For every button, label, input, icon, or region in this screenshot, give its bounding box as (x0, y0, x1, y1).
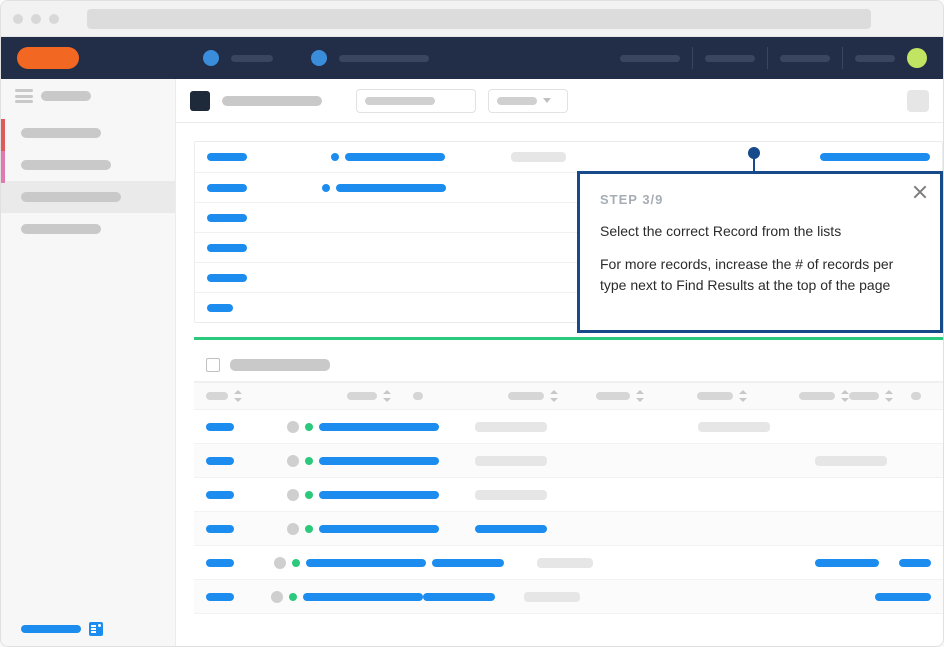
sidebar-title (41, 91, 91, 101)
sort-icon[interactable] (234, 390, 242, 402)
tour-text-line: For more records, increase the # of reco… (600, 254, 920, 296)
top-nav (1, 37, 943, 79)
sidebar-item[interactable] (1, 213, 175, 245)
chevron-down-icon (543, 98, 551, 103)
col-header[interactable] (911, 392, 921, 400)
header-action-button[interactable] (907, 90, 929, 112)
nav-item[interactable] (620, 55, 680, 62)
filter-field[interactable] (356, 89, 476, 113)
col-header[interactable] (697, 392, 733, 400)
window-dot (13, 14, 23, 24)
sidebar-item[interactable] (1, 117, 175, 149)
status-dot-icon (287, 421, 299, 433)
tour-body: Select the correct Record from the lists… (600, 221, 920, 296)
col-header[interactable] (596, 392, 630, 400)
cell-link[interactable] (345, 153, 445, 161)
record-type-icon (190, 91, 210, 111)
app-body: STEP 3/9 Select the correct Record from … (1, 79, 943, 646)
sidebar-item[interactable] (1, 181, 175, 213)
col-header[interactable] (413, 392, 423, 400)
table-row[interactable] (194, 546, 943, 580)
table-row[interactable] (194, 580, 943, 614)
col-header[interactable] (508, 392, 544, 400)
select-all-checkbox[interactable] (206, 358, 220, 372)
nav-divider (842, 47, 843, 69)
sidebar-footer-label (21, 625, 81, 633)
table-title-row (194, 348, 943, 382)
tour-pointer (753, 153, 755, 173)
tour-text-line: Select the correct Record from the lists (600, 221, 920, 242)
col-header[interactable] (347, 392, 377, 400)
table-row[interactable] (194, 444, 943, 478)
url-bar[interactable] (87, 9, 871, 29)
bullet-icon (331, 153, 339, 161)
window-dot (49, 14, 59, 24)
sidebar-header (1, 79, 175, 117)
sidebar-item[interactable] (1, 149, 175, 181)
sort-icon[interactable] (841, 390, 849, 402)
table-row[interactable] (194, 512, 943, 546)
sidebar-accent (1, 151, 5, 183)
content: STEP 3/9 Select the correct Record from … (176, 123, 943, 614)
sidebar-accent (1, 119, 5, 151)
sort-icon[interactable] (636, 390, 644, 402)
nav-divider (692, 47, 693, 69)
window-dot (31, 14, 41, 24)
main-area: STEP 3/9 Select the correct Record from … (176, 79, 943, 646)
sort-icon[interactable] (739, 390, 747, 402)
page-title (222, 96, 322, 106)
nav-item[interactable] (855, 55, 895, 62)
sort-icon[interactable] (550, 390, 558, 402)
col-header[interactable] (849, 392, 879, 400)
col-header[interactable] (799, 392, 835, 400)
panel-header-row (195, 142, 942, 172)
nav-dot-icon[interactable] (203, 50, 219, 66)
table-column-headers (194, 382, 943, 410)
tour-popover: STEP 3/9 Select the correct Record from … (577, 171, 943, 333)
nav-item[interactable] (705, 55, 755, 62)
browser-chrome (1, 1, 943, 37)
table-row[interactable] (194, 410, 943, 444)
nav-dot-icon[interactable] (311, 50, 327, 66)
brand-logo[interactable] (17, 47, 79, 69)
cell-pill (511, 152, 566, 162)
user-avatar[interactable] (907, 48, 927, 68)
nav-item[interactable] (231, 55, 273, 62)
table-title (230, 359, 330, 371)
id-card-icon (89, 622, 103, 636)
nav-divider (767, 47, 768, 69)
records-table (194, 348, 943, 614)
sidebar-footer[interactable] (21, 622, 103, 636)
menu-icon[interactable] (15, 89, 33, 103)
nav-item[interactable] (339, 55, 429, 62)
active-dot-icon (305, 423, 313, 431)
tour-step-label: STEP 3/9 (600, 192, 920, 207)
sort-icon[interactable] (383, 390, 391, 402)
section-divider (194, 337, 943, 340)
page-header (176, 79, 943, 123)
close-icon[interactable] (912, 184, 928, 200)
sidebar (1, 79, 176, 646)
sort-icon[interactable] (885, 390, 893, 402)
nav-item[interactable] (780, 55, 830, 62)
cell-link[interactable] (207, 153, 247, 161)
app-window: STEP 3/9 Select the correct Record from … (0, 0, 944, 647)
filter-dropdown[interactable] (488, 89, 568, 113)
table-row[interactable] (194, 478, 943, 512)
cell-link[interactable] (820, 153, 930, 161)
col-header[interactable] (206, 392, 228, 400)
tour-card: STEP 3/9 Select the correct Record from … (577, 171, 943, 333)
